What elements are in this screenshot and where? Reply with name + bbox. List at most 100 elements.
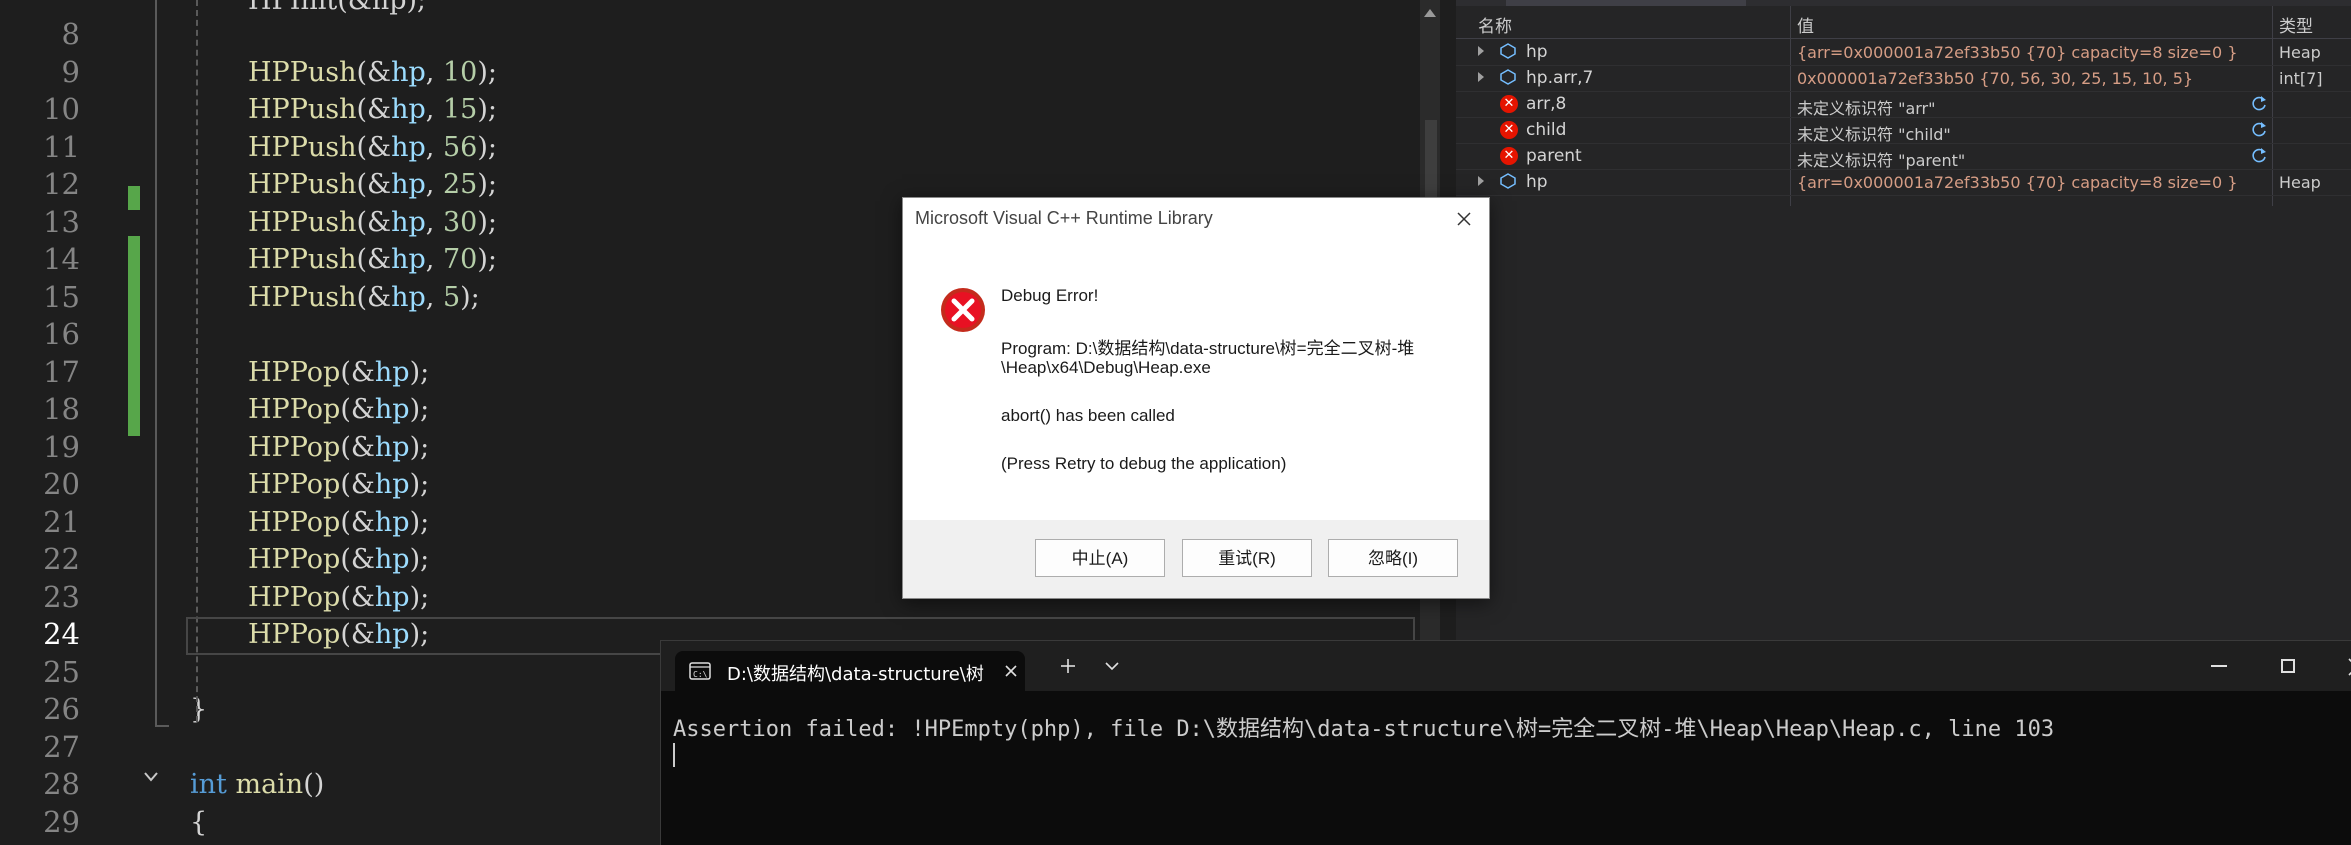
watch-type: Heap	[2279, 43, 2321, 62]
terminal-tab-bar: C:\ D:\数据结构\data-structure\树	[661, 641, 2351, 691]
scope-guide-end	[155, 725, 169, 727]
maximize-button[interactable]	[2281, 659, 2295, 673]
watch-row[interactable]: ✕ parent 未定义标识符 "parent"	[1456, 143, 2351, 170]
error-icon: ✕	[1500, 95, 1518, 113]
indent-guide	[196, 0, 198, 722]
dialog-program-line2: \Heap\x64\Debug\Heap.exe	[1001, 358, 1211, 377]
line-number: 25	[43, 654, 80, 689]
watch-name[interactable]: child	[1526, 120, 1566, 140]
code-text: }	[190, 694, 208, 725]
window-close-icon[interactable]	[2347, 655, 2351, 677]
refresh-icon[interactable]	[2249, 120, 2269, 140]
code-line[interactable]: 10 HPPush(&hp, 15);	[0, 91, 1420, 129]
watch-type: Heap	[2279, 173, 2321, 192]
column-header-name[interactable]: 名称	[1478, 12, 1512, 37]
watch-row[interactable]: hp.arr,7 0x000001a72ef33b50 {70, 56, 30, …	[1456, 65, 2351, 92]
close-icon[interactable]	[1449, 204, 1479, 234]
watch-row[interactable]: hp {arr=0x000001a72ef33b50 {70} capacity=…	[1456, 169, 2351, 196]
debug-error-dialog[interactable]: Microsoft Visual C++ Runtime Library Deb…	[902, 197, 1490, 599]
code-text: HPPush(&hp, 56);	[248, 131, 497, 163]
line-number: 22	[43, 542, 80, 576]
line-number: 23	[43, 579, 80, 614]
terminal-output: Assertion failed: !HPEmpty(php), file D:…	[673, 717, 2055, 742]
error-icon	[941, 288, 985, 332]
line-number: 24	[43, 617, 80, 651]
line-number: 21	[43, 504, 80, 539]
code-text: HPPush(&hp, 25);	[248, 169, 497, 200]
minimize-button[interactable]	[2211, 665, 2227, 667]
watch-name[interactable]: hp	[1526, 172, 1548, 192]
retry-button[interactable]: 重试(R)	[1182, 539, 1312, 577]
code-text: HPPush(&hp, 70);	[248, 244, 497, 275]
object-icon	[1500, 173, 1516, 189]
watch-value: 0x000001a72ef33b50 {70, 56, 30, 25, 15, …	[1797, 69, 2194, 88]
watch-name[interactable]: parent	[1526, 146, 1582, 166]
line-number: 17	[43, 354, 80, 389]
dialog-hint: (Press Retry to debug the application)	[1001, 454, 1287, 473]
line-number: 27	[43, 729, 80, 764]
watch-name[interactable]: hp.arr,7	[1526, 68, 1593, 88]
code-line[interactable]: 11 HPPush(&hp, 56);	[0, 129, 1420, 167]
line-number: 8	[61, 17, 80, 51]
expand-arrow-icon[interactable]	[1478, 176, 1484, 186]
column-header-value[interactable]: 值	[1797, 12, 1814, 37]
svg-text:C:\: C:\	[693, 670, 708, 679]
line-number: 13	[43, 204, 80, 239]
expand-arrow-icon[interactable]	[1478, 72, 1484, 82]
terminal-tab[interactable]: C:\ D:\数据结构\data-structure\树	[675, 651, 1025, 691]
code-text: HPPop(&hp);	[248, 581, 430, 613]
line-number: 11	[43, 129, 80, 164]
code-text: HPPop(&hp);	[248, 431, 430, 463]
refresh-icon[interactable]	[2249, 94, 2269, 114]
line-number: 28	[43, 767, 80, 801]
watch-row[interactable]: ✕ child 未定义标识符 "child"	[1456, 117, 2351, 144]
line-number: 12	[43, 167, 80, 201]
code-line[interactable]: 9 HPPush(&hp, 10);	[0, 54, 1420, 92]
line-number: 14	[43, 242, 80, 276]
line-number: 29	[43, 804, 80, 839]
line-number: 16	[43, 317, 80, 351]
new-tab-icon[interactable]	[1059, 657, 1077, 675]
dialog-heading: Debug Error!	[1001, 286, 1099, 305]
terminal-window[interactable]: C:\ D:\数据结构\data-structure\树 Assertion f…	[660, 640, 2351, 845]
terminal-cursor	[673, 743, 675, 767]
chevron-down-icon[interactable]	[1105, 661, 1119, 671]
code-text: int main()	[190, 769, 325, 800]
watch-row[interactable]: ✕ arr,8 未定义标识符 "arr"	[1456, 91, 2351, 118]
code-text: HPPop(&hp);	[248, 544, 430, 575]
code-text: HPPush(&hp, 30);	[248, 206, 497, 238]
error-icon: ✕	[1500, 121, 1518, 139]
code-text: HPPush(&hp, 15);	[248, 94, 497, 125]
refresh-icon[interactable]	[2249, 146, 2269, 166]
code-line[interactable]: 8	[0, 16, 1420, 54]
watch-name[interactable]: arr,8	[1526, 94, 1566, 114]
column-header-type[interactable]: 类型	[2279, 12, 2313, 37]
line-number: 19	[43, 429, 80, 464]
abort-button[interactable]: 中止(A)	[1035, 539, 1165, 577]
watch-value: {arr=0x000001a72ef33b50 {70} capacity=8 …	[1797, 43, 2238, 62]
watch-window[interactable]: 名称 值 类型 hp {arr=0x000001a72ef33b50 {70} c…	[1456, 0, 2351, 640]
object-icon	[1500, 43, 1516, 59]
watch-value: 未定义标识符 "arr"	[1797, 99, 1936, 118]
line-number: 9	[61, 54, 80, 89]
scroll-up-icon[interactable]	[1423, 6, 1437, 20]
watch-value: 未定义标识符 "child"	[1797, 125, 1951, 144]
tab-close-icon[interactable]	[1003, 663, 1019, 679]
watch-row[interactable]: hp {arr=0x000001a72ef33b50 {70} capacity=…	[1456, 39, 2351, 66]
watch-name[interactable]: hp	[1526, 42, 1548, 62]
code-text: HPPop(&hp);	[248, 469, 430, 500]
line-number: 10	[43, 92, 80, 126]
watch-value: {arr=0x000001a72ef33b50 {70} capacity=8 …	[1797, 173, 2238, 192]
line-number: 15	[43, 279, 80, 314]
console-icon: C:\	[689, 662, 711, 680]
code-text: HPPop(&hp);	[248, 506, 430, 538]
expand-arrow-icon[interactable]	[1478, 46, 1484, 56]
dialog-title: Microsoft Visual C++ Runtime Library	[915, 208, 1213, 228]
fold-chevron-icon[interactable]	[143, 769, 159, 785]
watch-type: int[7]	[2279, 69, 2323, 88]
dialog-message: abort() has been called	[1001, 406, 1175, 425]
ignore-button[interactable]: 忽略(I)	[1328, 539, 1458, 577]
code-text: HPPush(&hp, 10);	[248, 56, 497, 88]
dialog-program-line1: Program: D:\数据结构\data-structure\树=完全二叉树-…	[1001, 339, 1415, 358]
line-number: 20	[43, 467, 80, 501]
